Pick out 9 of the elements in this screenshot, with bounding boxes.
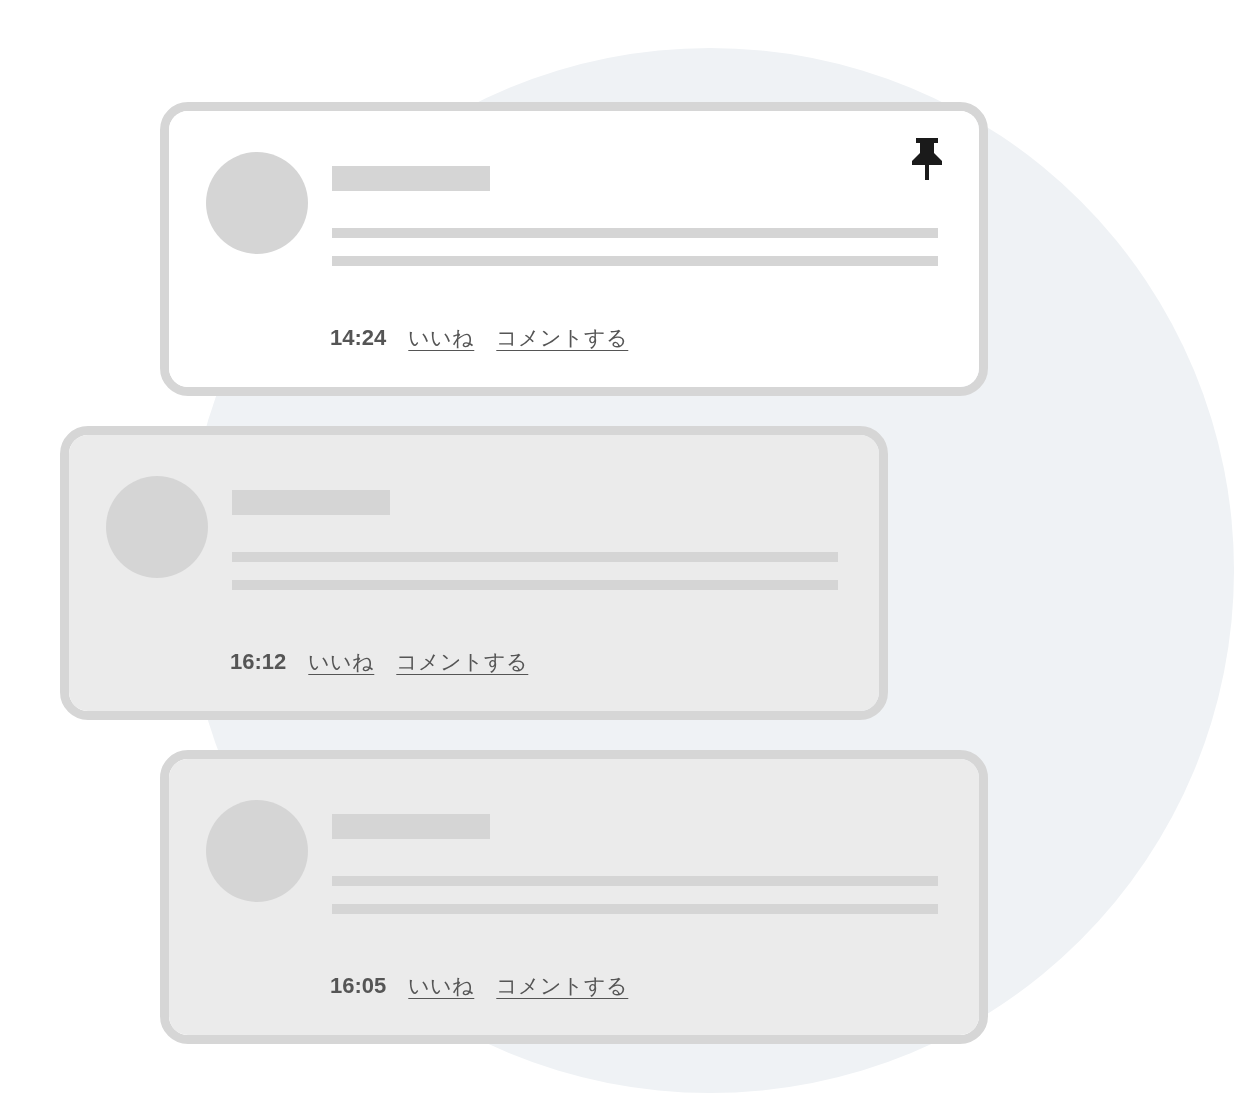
post-time: 16:05 — [330, 973, 387, 999]
like-link[interactable]: いいね — [408, 324, 475, 352]
post-time: 14:24 — [330, 325, 387, 351]
like-link[interactable]: いいね — [408, 972, 475, 1000]
post-time: 16:12 — [230, 649, 287, 675]
comment-link[interactable]: コメントする — [496, 972, 629, 1000]
comment-link[interactable]: コメントする — [496, 324, 629, 352]
like-link[interactable]: いいね — [308, 648, 375, 676]
comment-link[interactable]: コメントする — [396, 648, 529, 676]
